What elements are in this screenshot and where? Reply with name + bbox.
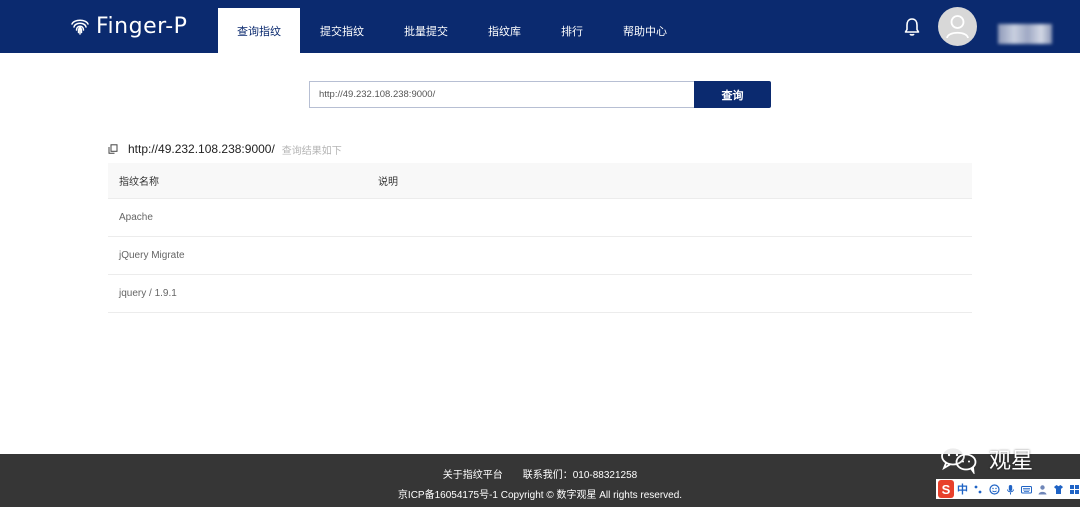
logo-text: Finger-P — [96, 13, 188, 39]
nav-submit-fingerprint[interactable]: 提交指纹 — [300, 8, 384, 53]
wechat-icon — [941, 446, 977, 474]
watermark-text: 观星 — [989, 449, 1034, 474]
grid-icon[interactable] — [1069, 484, 1080, 495]
keyboard-icon[interactable] — [1021, 484, 1032, 495]
user-icon[interactable] — [1037, 484, 1048, 495]
table-row: jQuery Migrate — [108, 237, 972, 275]
nav-fingerprint-library[interactable]: 指纹库 — [468, 8, 541, 53]
user-avatar-icon — [946, 15, 969, 39]
microphone-icon[interactable] — [1005, 484, 1016, 495]
copy-icon[interactable] — [108, 144, 118, 154]
punctuation-icon[interactable] — [973, 484, 984, 495]
user-avatar[interactable] — [938, 7, 977, 46]
footer-links: 关于指纹平台 联系我们：010-88321258 — [0, 466, 1080, 481]
search-button[interactable]: 查询 — [694, 81, 771, 108]
result-header: http://49.232.108.238:9000/ 查询结果如下 — [108, 141, 342, 157]
table-header: 指纹名称 说明 — [108, 163, 972, 199]
column-header-name: 指纹名称 — [119, 177, 159, 188]
result-url: http://49.232.108.238:9000/ — [128, 142, 275, 156]
watermark: 观星 — [935, 442, 1033, 476]
search-bar: 查询 — [309, 81, 771, 108]
nav-help-center[interactable]: 帮助中心 — [603, 8, 687, 53]
page-footer: 关于指纹平台 联系我们：010-88321258 京ICP备16054175号-1… — [0, 454, 1080, 507]
nav-ranking[interactable]: 排行 — [541, 8, 603, 53]
ime-toolbar: S 中 — [936, 479, 1080, 499]
result-hint: 查询结果如下 — [281, 145, 342, 157]
logo[interactable]: Finger-P — [68, 12, 187, 40]
table-row: jquery / 1.9.1 — [108, 275, 972, 313]
ime-logo[interactable]: S — [938, 480, 954, 498]
nav-query-fingerprint[interactable]: 查询指纹 — [218, 8, 300, 53]
fingerprint-name-cell: jQuery Migrate — [119, 250, 185, 261]
footer-contact: 联系我们：010-88321258 — [522, 470, 638, 481]
table-row: Apache — [108, 199, 972, 237]
footer-copyright: 京ICP备16054175号-1 Copyright © 数字观星 All ri… — [397, 490, 683, 501]
username-redacted[interactable] — [998, 24, 1052, 44]
footer-about-link[interactable]: 关于指纹平台 — [443, 470, 503, 481]
column-header-description: 说明 — [378, 177, 398, 188]
ime-mode[interactable]: 中 — [957, 481, 968, 497]
main-nav: 查询指纹 提交指纹 批量提交 指纹库 排行 帮助中心 — [218, 8, 687, 53]
bell-icon[interactable] — [903, 17, 921, 37]
result-table: 指纹名称 说明 Apache jQuery Migrate jquery / 1… — [108, 163, 972, 313]
fingerprint-name-cell: Apache — [119, 212, 153, 223]
emoji-icon[interactable] — [989, 483, 1000, 495]
search-input[interactable] — [309, 81, 694, 108]
top-header: Finger-P 查询指纹 提交指纹 批量提交 指纹库 排行 帮助中心 — [0, 0, 1080, 53]
fingerprint-icon — [71, 19, 89, 35]
fingerprint-name-cell: jquery / 1.9.1 — [119, 288, 177, 299]
shirt-icon[interactable] — [1053, 484, 1064, 495]
nav-batch-submit[interactable]: 批量提交 — [384, 8, 468, 53]
